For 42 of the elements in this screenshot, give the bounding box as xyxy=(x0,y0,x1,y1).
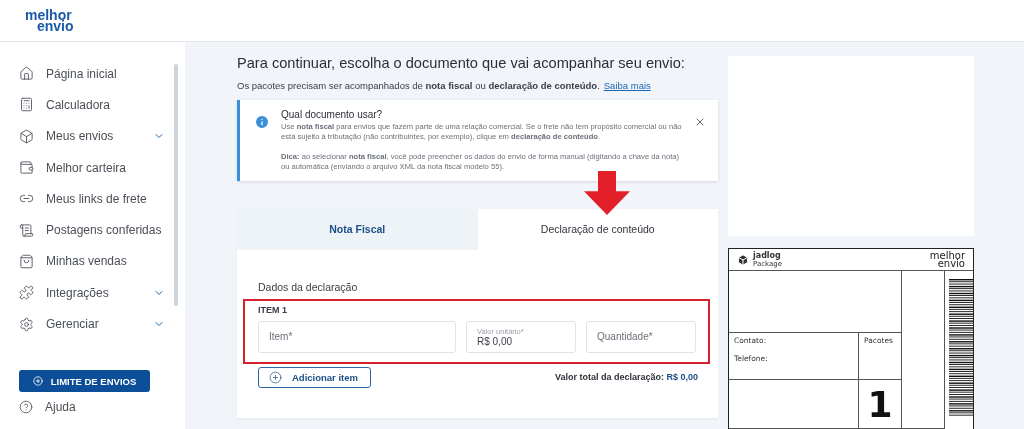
sidebar-item[interactable]: Calculadora xyxy=(0,89,185,121)
close-icon[interactable] xyxy=(694,116,706,128)
limit-button[interactable]: LIMITE DE ENVIOS xyxy=(19,370,150,392)
sidebar-item[interactable]: Gerenciar xyxy=(0,308,185,340)
sidebar-item[interactable]: Postagens conferidas xyxy=(0,214,185,246)
sidebar-item[interactable]: Melhor carteira xyxy=(0,151,185,184)
info-title: Qual documento usar? xyxy=(281,110,384,121)
plus-circle-icon xyxy=(32,376,43,386)
tab[interactable]: Nota Fiscal xyxy=(237,208,478,250)
settings-icon xyxy=(19,316,34,332)
page-title: Para continuar, escolha o documento que vai acompanhar seu envio: xyxy=(237,55,686,71)
help-icon xyxy=(19,400,33,414)
plus-circle-icon xyxy=(269,370,282,384)
input-field[interactable]: Item* xyxy=(258,320,456,353)
logo[interactable]: melhor envio xyxy=(25,9,74,32)
help-link[interactable]: Ajuda xyxy=(19,400,185,414)
package-count: 1 xyxy=(866,387,894,423)
add-item-button[interactable]: Adicionar item xyxy=(258,366,371,388)
info-icon xyxy=(254,114,270,130)
shopping-bag-icon xyxy=(19,253,34,269)
calculator-icon xyxy=(19,97,34,113)
home-icon xyxy=(19,66,34,82)
sidebar-item[interactable]: Meus links de frete xyxy=(0,183,185,215)
total-text: Valor total da declaração: R$ 0,00 xyxy=(554,372,698,382)
tab[interactable]: Declaração de conteúdo xyxy=(477,208,718,250)
sidebar-item[interactable]: Meus envios xyxy=(0,120,185,152)
brand-logo: melhor envio xyxy=(929,251,965,268)
input-field[interactable]: Quantidade* xyxy=(586,320,696,353)
puzzle-icon xyxy=(19,285,34,301)
section-title: Dados da declaração xyxy=(258,280,359,293)
wallet-icon xyxy=(19,160,34,176)
box-icon xyxy=(19,128,34,144)
sidebar-item[interactable]: Minhas vendas xyxy=(0,245,185,278)
box-icon xyxy=(737,253,749,266)
sidebar-item[interactable]: Página inicial xyxy=(0,58,185,90)
arrow-down-icon xyxy=(584,171,630,215)
sidebar-item[interactable]: Integrações xyxy=(0,277,185,309)
subtitle: Os pacotes precisam ser acompanhados de nota fiscal ou declaração de conteúdo. xyxy=(237,80,600,91)
learn-more-link[interactable]: Saiba mais xyxy=(603,80,651,91)
receipt-icon xyxy=(19,222,34,238)
scrollbar[interactable] xyxy=(174,64,178,306)
item-title: ITEM 1 xyxy=(258,304,288,315)
